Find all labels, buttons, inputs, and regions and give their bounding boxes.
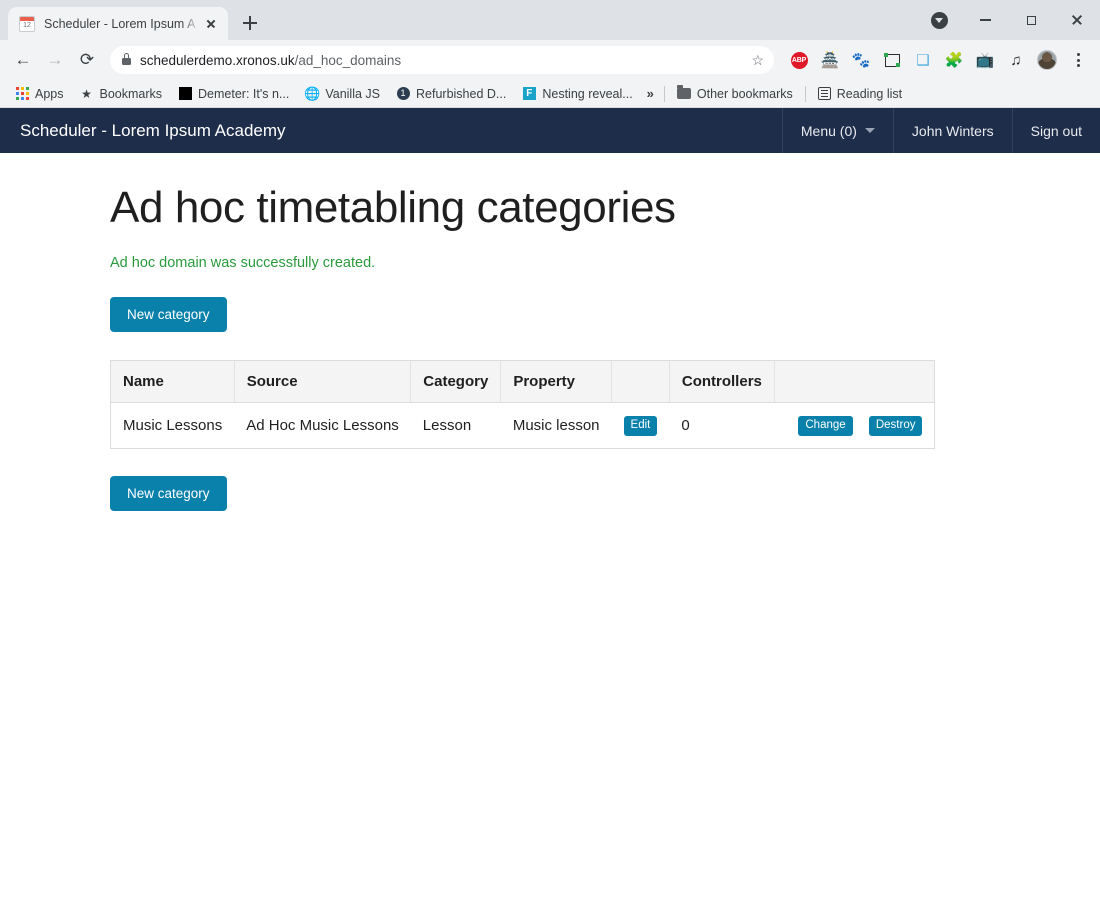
column-header-category: Category [410,360,502,403]
cast-icon[interactable]: 📺 [971,46,999,74]
table-body: Music Lessons Ad Hoc Music Lessons Lesso… [111,403,935,449]
globe-icon: 🌐 [304,86,321,101]
menu-dropdown[interactable]: Menu (0) [781,108,893,153]
bookmark-label: Refurbished D... [416,86,507,101]
table-row: Music Lessons Ad Hoc Music Lessons Lesso… [111,403,935,449]
new-category-button-top[interactable]: New category [110,297,227,332]
new-tab-button[interactable] [236,9,264,37]
bottom-button-wrap: New category [110,475,1100,511]
url-domain: schedulerdemo.xronos.uk [140,52,295,68]
column-header-controllers: Controllers [669,360,775,403]
bookmark-label: Nesting reveal... [542,86,633,101]
app-brand[interactable]: Scheduler - Lorem Ipsum Academy [0,108,782,153]
cell-category: Lesson [422,416,472,434]
cell-controllers: 0 [681,416,690,434]
reading-list-button[interactable]: Reading list [810,83,910,105]
lock-icon [122,52,131,65]
bookmarks-bar: Apps ★ Bookmarks Demeter: It's n... 🌐 Va… [0,80,1100,108]
black-square-icon [178,87,192,101]
bookmark-item-demeter[interactable]: Demeter: It's n... [170,83,297,105]
bookmark-item-refurbished[interactable]: 1 Refurbished D... [388,83,514,105]
page-content: Ad hoc timetabling categories Ad hoc dom… [0,183,1100,511]
cell-property: Music lesson [512,416,600,434]
column-header-actions [774,360,935,403]
back-button[interactable]: ← [8,45,38,75]
download-icon [930,11,948,29]
one-badge-icon: 1 [396,87,410,101]
screenshot-icon[interactable] [878,46,906,74]
bookmark-item-nesting[interactable]: F Nesting reveal... [514,83,640,105]
table-head: Name Source Category Property Controller… [110,360,935,403]
adblock-plus-icon[interactable]: ABP [785,46,813,74]
page-viewport: Scheduler - Lorem Ipsum Academy Menu (0)… [0,108,1100,900]
url-path: /ad_hoc_domains [294,52,402,68]
bookmark-item-bookmarks[interactable]: ★ Bookmarks [72,83,171,105]
ublock-origin-icon[interactable]: 🐾 [847,46,875,74]
browser-window: Scheduler - Lorem Ipsum A ← → ⟳ schedule… [0,0,1100,900]
cell-name: Music Lessons [123,416,223,434]
reading-list-icon [817,87,831,100]
column-header-source: Source [234,360,412,403]
change-button[interactable]: Change [798,416,853,436]
ghostery-icon[interactable]: 🏯 [816,46,844,74]
flash-message: Ad hoc domain was successfully created. [110,255,376,271]
column-header-name: Name [110,360,235,403]
folder-icon [676,85,691,99]
bookmark-apps-label: Apps [35,86,64,101]
menu-label: Menu (0) [800,122,857,139]
browser-toolbar: ← → ⟳ schedulerdemo.xronos.uk/ad_hoc_dom… [0,40,1100,80]
close-window-button[interactable] [1054,0,1100,40]
sign-out-link[interactable]: Sign out [1011,108,1100,153]
cell-edit: Edit [612,403,670,449]
minimize-button[interactable] [962,0,1008,40]
chevron-down-icon [864,128,875,133]
reload-button[interactable]: ⟳ [72,45,102,75]
bookmark-label: Vanilla JS [325,86,381,101]
column-header-edit [611,360,670,403]
extension-icons: ABP 🏯 🐾 ❑ 🧩 📺 ♫ [782,46,1092,74]
page-title: Ad hoc timetabling categories [110,183,676,232]
calendar-icon [19,15,35,32]
column-header-property: Property [500,360,613,403]
navbar-right: Menu (0) John Winters Sign out [781,108,1100,153]
other-bookmarks-folder[interactable]: Other bookmarks [669,83,801,105]
playlist-icon[interactable]: ♫ [1002,46,1030,74]
bookmark-label: Demeter: It's n... [198,86,290,101]
feather-extension-icon[interactable]: ❑ [909,46,937,74]
apps-grid-icon [16,87,29,100]
bookmark-item-vanilla-js[interactable]: 🌐 Vanilla JS [297,83,388,105]
browser-tab[interactable]: Scheduler - Lorem Ipsum A [8,7,228,40]
app-navbar: Scheduler - Lorem Ipsum Academy Menu (0)… [0,108,1100,153]
user-name[interactable]: John Winters [892,108,1012,153]
close-tab-icon[interactable] [202,15,220,33]
bookmark-star-icon[interactable]: ☆ [751,52,764,69]
chrome-menu-icon[interactable] [1064,46,1092,74]
bookmarks-overflow-icon[interactable]: » [641,86,660,101]
edit-button[interactable]: Edit [623,416,658,436]
tab-strip: Scheduler - Lorem Ipsum A [0,0,1100,40]
destroy-button[interactable]: Destroy [868,416,923,436]
download-button[interactable] [916,0,962,40]
new-category-button-bottom[interactable]: New category [110,475,227,511]
maximize-button[interactable] [1008,0,1054,40]
bookmarks-divider [804,85,806,102]
cell-actions: Change Destroy [774,403,935,449]
tab-title: Scheduler - Lorem Ipsum A [44,16,196,31]
profile-avatar[interactable] [1033,46,1061,74]
star-icon: ★ [81,86,92,101]
bookmarks-divider [663,85,665,102]
bookmark-apps[interactable]: Apps [8,83,72,105]
extensions-puzzle-icon[interactable]: 🧩 [940,46,968,74]
f-badge-icon: F [522,87,536,101]
ad-hoc-domains-table: Name Source Category Property Controller… [110,360,936,449]
forward-button[interactable]: → [40,45,70,75]
window-controls [916,0,1100,40]
cell-source: Ad Hoc Music Lessons [246,416,399,434]
bookmark-label: Bookmarks [99,86,163,101]
url-text: schedulerdemo.xronos.uk/ad_hoc_domains [140,53,401,68]
reading-list-label: Reading list [836,86,903,101]
table-header-row: Name Source Category Property Controller… [110,360,935,403]
address-bar[interactable]: schedulerdemo.xronos.uk/ad_hoc_domains ☆ [110,46,774,74]
other-bookmarks-label: Other bookmarks [696,86,793,101]
